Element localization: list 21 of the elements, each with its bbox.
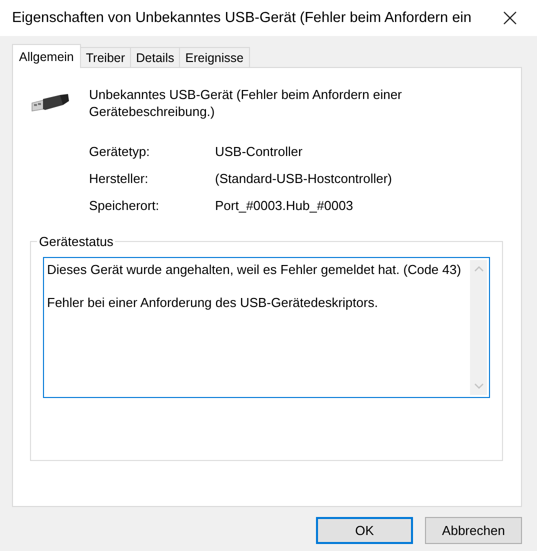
group-title: Gerätestatus	[37, 234, 116, 249]
device-name: Unbekanntes USB-Gerät (Fehler beim Anfordern einer Gerätebeschreibung.)	[89, 86, 403, 120]
usb-plug-icon	[30, 92, 70, 114]
property-value: Port_#0003.Hub_#0003	[215, 198, 354, 213]
dialog-button[interactable]: OK	[316, 517, 413, 544]
property-value: (Standard-USB-Hostcontroller)	[215, 171, 394, 186]
status-text-field[interactable]: Dieses Gerät wurde angehalten, weil es Fehler gemeldet hat. (Code 43) Fehler bei einer Anforderung des USB-Gerätedeskriptors.	[43, 257, 490, 398]
scroll-up-icon[interactable]	[474, 266, 484, 272]
property-label: Gerätetyp:	[89, 144, 151, 159]
status-message: Fehler bei einer Anforderung des USB-Gerätedeskriptors.	[47, 294, 379, 312]
status-message: Dieses Gerät wurde angehalten, weil es Fehler gemeldet hat. (Code 43)	[47, 261, 462, 279]
tab[interactable]: Allgemein	[12, 44, 81, 68]
close-icon[interactable]	[503, 11, 517, 25]
scroll-down-icon[interactable]	[474, 383, 484, 389]
property-value: USB-Controller	[215, 144, 304, 159]
property-label: Speicherort:	[89, 198, 160, 213]
dialog-button[interactable]: Abbrechen	[425, 517, 522, 544]
window-title: Eigenschaften von Unbekanntes USB-Gerät (Fehler beim Anfordern ein	[12, 10, 472, 26]
property-label: Hersteller:	[89, 171, 150, 186]
tab[interactable]: Ereignisse	[179, 47, 250, 67]
scrollbar[interactable]	[470, 260, 487, 395]
